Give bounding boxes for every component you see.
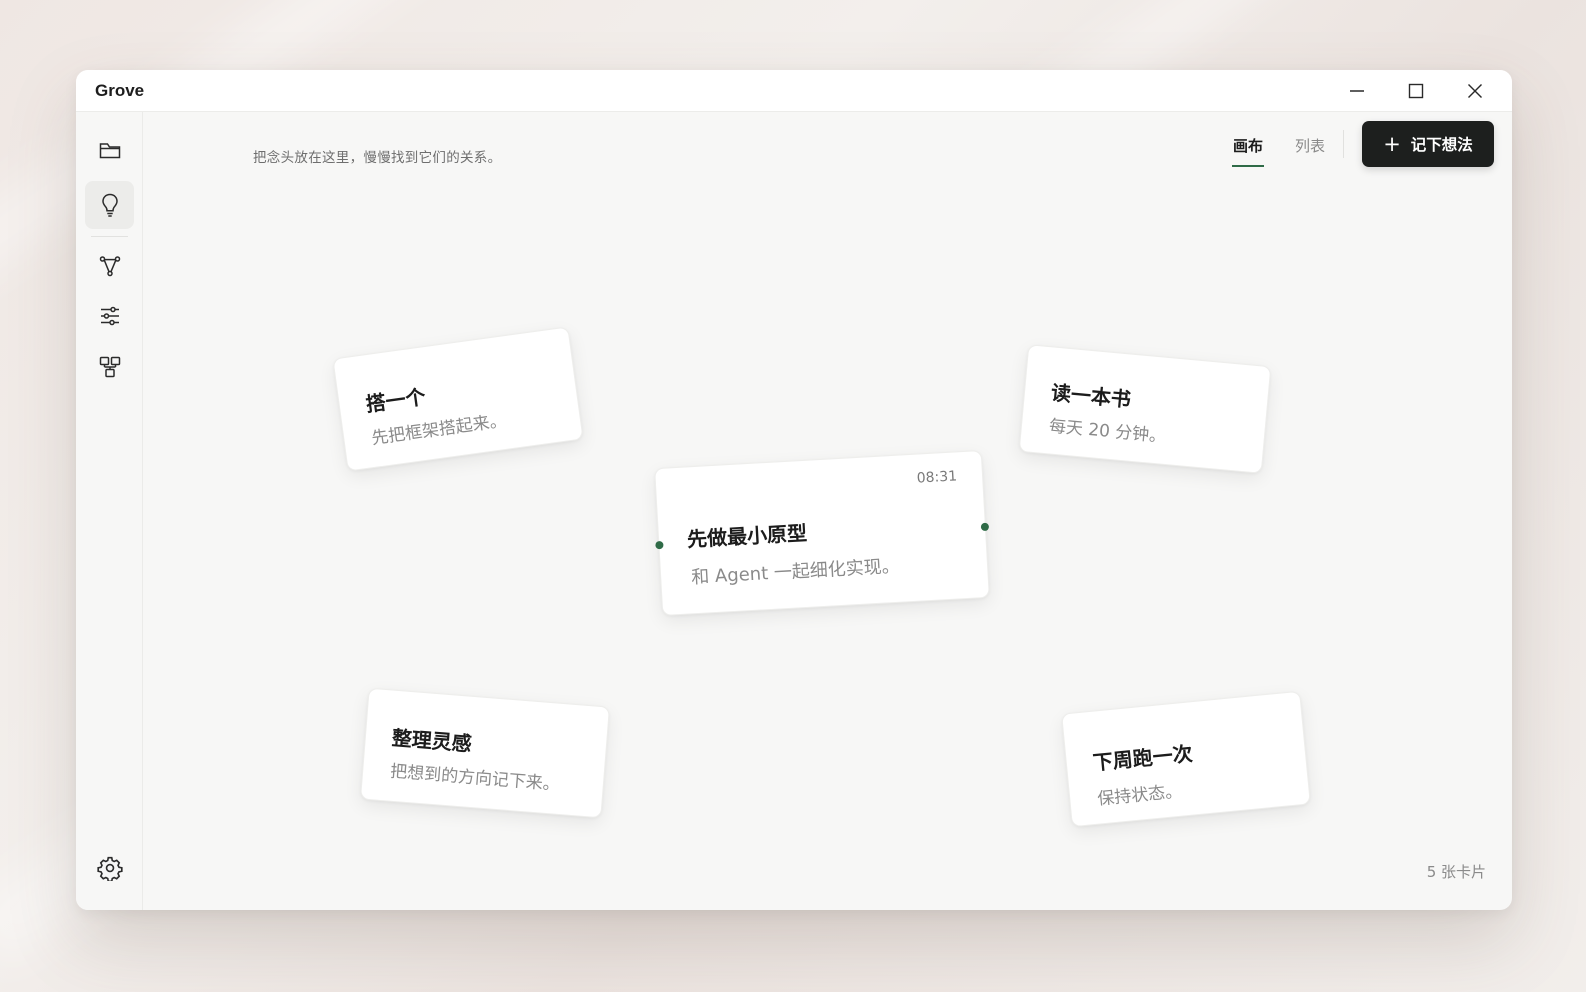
sidebar-item-ideas[interactable] bbox=[85, 181, 134, 229]
card-connect-handle-right[interactable] bbox=[980, 522, 990, 532]
title-bar: Grove bbox=[76, 70, 1512, 112]
card-description: 把想到的方向记下来。 bbox=[389, 761, 561, 795]
sidebar-item-modules[interactable] bbox=[85, 343, 134, 391]
idea-card[interactable]: 搭一个 先把框架搭起来。 bbox=[332, 326, 584, 472]
tab-list[interactable]: 列表 bbox=[1294, 132, 1326, 167]
canvas-area[interactable]: 把念头放在这里，慢慢找到它们的关系。 画布 列表 + 记下想法 搭一个 先把框架… bbox=[143, 112, 1512, 910]
sidebar-item-filters[interactable] bbox=[85, 292, 134, 340]
header-divider bbox=[1343, 130, 1344, 158]
folder-icon bbox=[99, 143, 120, 159]
idea-card[interactable]: 读一本书 每天 20 分钟。 bbox=[1018, 344, 1272, 474]
app-window: Grove 把念头放在这里，慢慢找到它们的关系。 画布 列表 + 记下想法 搭一… bbox=[76, 70, 1512, 910]
app-title: Grove bbox=[95, 80, 145, 100]
idea-card[interactable]: 下周跑一次 保持状态。 bbox=[1061, 690, 1311, 828]
close-icon bbox=[1467, 84, 1482, 98]
card-count: 5 张卡片 bbox=[1426, 863, 1486, 881]
modules-icon bbox=[99, 356, 120, 378]
graph-icon bbox=[99, 256, 120, 277]
sliders-icon bbox=[100, 306, 119, 326]
card-description: 保持状态。 bbox=[1096, 781, 1184, 810]
card-title: 先做最小原型 bbox=[686, 520, 808, 552]
gear-icon bbox=[96, 856, 123, 881]
card-title: 下周跑一次 bbox=[1091, 741, 1194, 775]
card-connect-handle-left[interactable] bbox=[655, 540, 664, 550]
card-description: 和 Agent 一起细化实现。 bbox=[690, 555, 901, 589]
add-idea-button[interactable]: + 记下想法 bbox=[1362, 121, 1494, 167]
sidebar-divider bbox=[91, 236, 128, 237]
card-description: 每天 20 分钟。 bbox=[1048, 416, 1167, 447]
maximize-icon bbox=[1408, 83, 1423, 99]
close-button[interactable] bbox=[1445, 70, 1504, 112]
add-idea-label: 记下想法 bbox=[1410, 136, 1473, 154]
sidebar bbox=[76, 112, 143, 910]
plus-icon: + bbox=[1383, 131, 1401, 156]
tab-canvas[interactable]: 画布 bbox=[1231, 132, 1264, 167]
lightbulb-icon bbox=[101, 193, 118, 217]
maximize-button[interactable] bbox=[1386, 70, 1445, 112]
idea-card[interactable]: 整理灵感 把想到的方向记下来。 bbox=[359, 687, 611, 819]
settings-button[interactable] bbox=[85, 844, 134, 892]
view-tabs: 画布 列表 bbox=[1231, 132, 1326, 167]
minimize-button[interactable] bbox=[1327, 70, 1386, 112]
card-title: 读一本书 bbox=[1050, 380, 1132, 412]
card-timestamp: 08:31 bbox=[916, 468, 958, 487]
idea-card[interactable]: 08:31 先做最小原型 和 Agent 一起细化实现。 bbox=[654, 449, 990, 617]
sidebar-item-graph[interactable] bbox=[85, 242, 134, 290]
page-subtitle: 把念头放在这里，慢慢找到它们的关系。 bbox=[253, 150, 502, 166]
minimize-icon bbox=[1349, 90, 1364, 92]
card-title: 整理灵感 bbox=[390, 725, 473, 756]
window-controls bbox=[1327, 70, 1504, 112]
card-title: 搭一个 bbox=[364, 384, 427, 417]
sidebar-item-folders[interactable] bbox=[85, 127, 134, 175]
